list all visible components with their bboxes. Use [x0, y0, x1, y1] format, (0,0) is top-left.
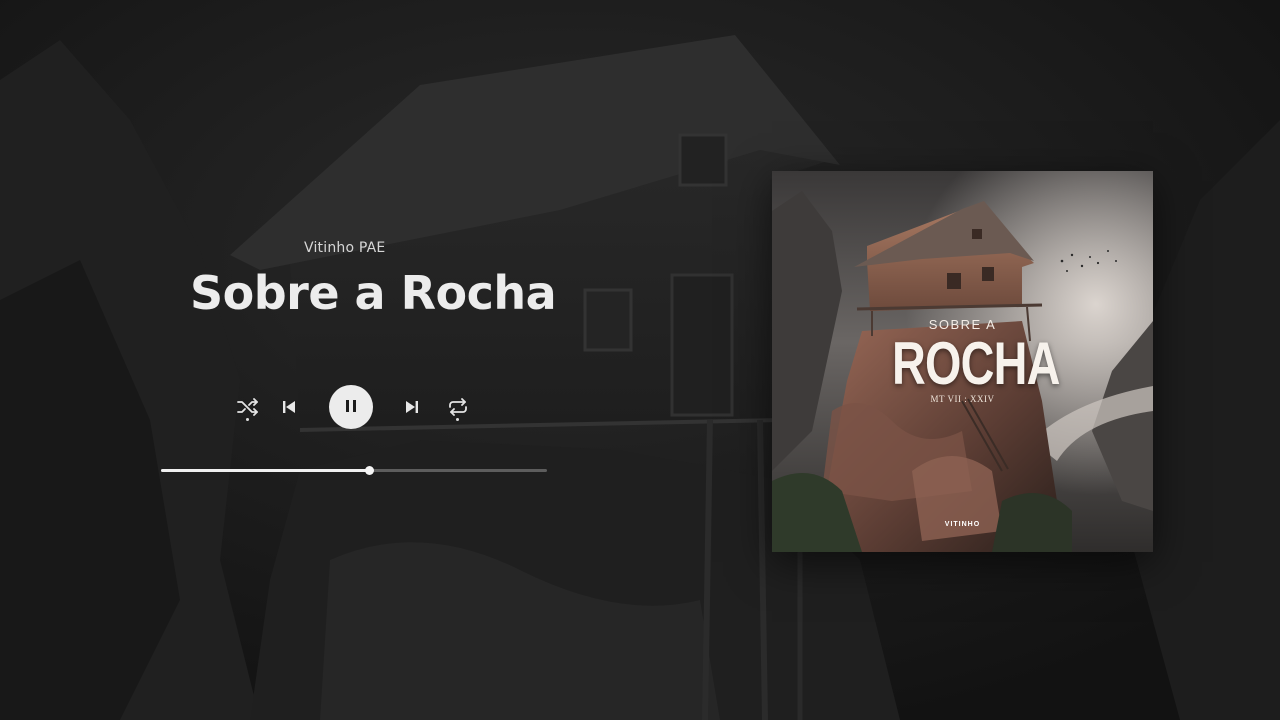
previous-button[interactable] [279, 397, 299, 417]
skip-previous-icon [282, 400, 296, 414]
next-button[interactable] [402, 397, 422, 417]
repeat-icon [447, 398, 469, 416]
shuffle-active-dot [246, 418, 249, 421]
repeat-active-dot [456, 418, 459, 421]
progress-fill [161, 469, 370, 472]
cover-brand-logo: VITINHO [944, 521, 981, 528]
cover-reference: MT VII : XXIV [930, 394, 995, 404]
track-title: Sobre a Rocha [190, 266, 557, 320]
cover-title: ROCHA [892, 330, 1060, 397]
pause-icon [345, 398, 357, 417]
skip-next-icon [405, 400, 419, 414]
pause-button[interactable] [329, 385, 373, 429]
progress-bar[interactable] [161, 466, 547, 475]
shuffle-button[interactable] [234, 395, 262, 419]
shuffle-icon [236, 398, 260, 416]
repeat-button[interactable] [445, 395, 471, 419]
artist-name: Vitinho PAE [304, 240, 386, 256]
album-cover: SOBRE A ROCHA MT VII : XXIV VITINHO [772, 171, 1153, 552]
